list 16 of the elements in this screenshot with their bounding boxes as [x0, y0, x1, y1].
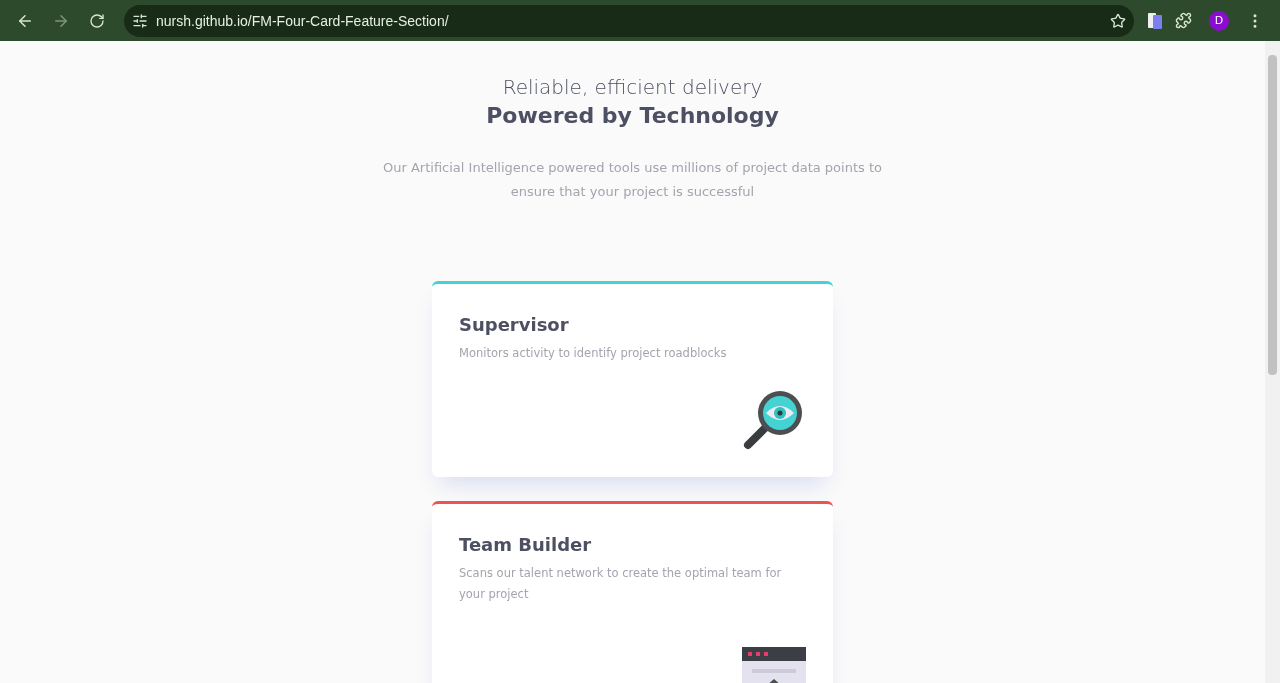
page-title: Powered by Technology	[486, 103, 779, 128]
description: Our Artificial Intelligence powered tools use millions of project data points to ensure that your project is successful	[382, 159, 883, 201]
window-house-icon	[742, 647, 806, 683]
documents-icon[interactable]	[1148, 12, 1162, 29]
url-text: nursh.github.io/FM-Four-Card-Feature-Section/	[156, 12, 450, 29]
card-text: Scans our talent network to create the optimal team for your project	[459, 565, 783, 603]
card-title: Supervisor	[459, 314, 570, 335]
reload-icon[interactable]	[89, 12, 105, 29]
bookmark-star-icon[interactable]	[1110, 12, 1126, 29]
card-title: Team Builder	[459, 534, 593, 555]
site-settings-icon[interactable]	[132, 12, 148, 29]
scrollbar[interactable]	[1265, 41, 1280, 683]
subtitle: Reliable, efficient delivery	[502, 75, 763, 99]
card-text: Monitors activity to identify project roadblocks	[459, 345, 728, 362]
address-bar[interactable]: nursh.github.io/FM-Four-Card-Feature-Section/	[124, 4, 1134, 37]
extensions-icon[interactable]	[1174, 12, 1192, 29]
